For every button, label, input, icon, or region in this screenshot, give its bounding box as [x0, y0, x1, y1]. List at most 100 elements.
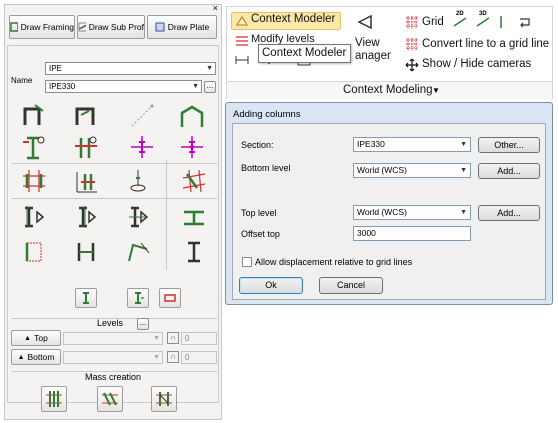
- bottom-lock-icon[interactable]: ∩: [167, 351, 179, 363]
- top-level-button[interactable]: ▲ Top: [11, 330, 61, 346]
- dialog-body: Section: IPE330 ▼ Other... Bottom level W…: [232, 123, 546, 300]
- chevron-down-icon: ▼: [460, 209, 467, 216]
- other-button[interactable]: Other...: [478, 137, 540, 153]
- draw-sub-profile-button[interactable]: Draw Sub Prof: [77, 15, 145, 39]
- view-manager-label-line1[interactable]: View: [355, 37, 380, 49]
- attach-column-button[interactable]: [75, 288, 97, 308]
- draw-framing-button[interactable]: Draw Framing: [9, 15, 75, 39]
- column-dual-box-icon[interactable]: [71, 237, 101, 267]
- column-right-snap-icon[interactable]: [71, 202, 101, 232]
- column-center-snap-icon[interactable]: [123, 202, 153, 232]
- bottom-offset-field[interactable]: 0: [181, 351, 217, 364]
- cancel-button[interactable]: Cancel: [319, 277, 383, 294]
- dialog-title: Adding columns: [233, 109, 301, 120]
- chevron-down-icon: ▼: [192, 83, 199, 90]
- bottom-level-label: Bottom level: [241, 163, 291, 173]
- show-hide-cameras-label[interactable]: Show / Hide cameras: [422, 58, 531, 70]
- column-icon: [83, 292, 89, 304]
- tooltip-text: Context Modeler: [262, 47, 347, 59]
- diagonal-line-icon[interactable]: [127, 101, 157, 131]
- offset-top-label: Offset top: [241, 229, 280, 239]
- adding-columns-dialog: Adding columns Section: IPE330 ▼ Other...…: [225, 102, 553, 305]
- ribbon-group-bar: Context Modeling ▼: [227, 81, 552, 99]
- chevron-down-icon[interactable]: ▼: [432, 86, 440, 95]
- grid-label[interactable]: Grid: [422, 16, 444, 28]
- column-pair-icon[interactable]: [71, 132, 101, 162]
- column-frame-icon[interactable]: [19, 101, 49, 131]
- mass-bracing-icon: [156, 392, 172, 406]
- bottom-level-button[interactable]: ▲ Bottom: [11, 349, 61, 365]
- grid-separator: [11, 163, 217, 164]
- top-level-select[interactable]: World (WCS) ▼: [353, 205, 471, 220]
- mass-bracing-button[interactable]: [151, 386, 177, 412]
- column-diagonal-grid-icon[interactable]: [179, 166, 209, 196]
- column-grid-icon[interactable]: [19, 166, 49, 196]
- bottom-level-select[interactable]: ▼: [63, 351, 163, 364]
- view-manager-label-line2[interactable]: anager: [355, 50, 391, 62]
- modify-levels-icon: [236, 36, 248, 46]
- column-box-icon[interactable]: [19, 237, 49, 267]
- vertical-line-icon[interactable]: [498, 15, 504, 29]
- grid-divider: [166, 160, 167, 270]
- draw-plate-button[interactable]: Draw Plate: [147, 15, 217, 39]
- name-label: Name: [11, 76, 33, 85]
- convert-line-label[interactable]: Convert line to a grid line: [422, 38, 549, 50]
- levels-more-button[interactable]: ...: [137, 318, 149, 330]
- portal-frame-icon[interactable]: [177, 101, 207, 131]
- ok-button[interactable]: Ok: [239, 277, 303, 294]
- levels-title: Levels: [97, 318, 124, 328]
- dimension-icon[interactable]: [235, 54, 249, 66]
- top-lock-icon[interactable]: ∩: [167, 332, 179, 344]
- palette-close-icon[interactable]: ×: [213, 3, 218, 13]
- column-grid-point-icon[interactable]: [177, 132, 207, 162]
- cameras-icon: [405, 58, 419, 72]
- return-arrow-icon[interactable]: [517, 15, 533, 29]
- column-left-snap-icon[interactable]: [19, 202, 49, 232]
- group-label[interactable]: Context Modeling: [343, 84, 433, 96]
- chevron-down-icon: ▼: [153, 354, 160, 361]
- add-top-level-button[interactable]: Add...: [478, 205, 540, 221]
- profile-size-value: IPE330: [49, 82, 76, 91]
- offset-top-field[interactable]: 3000: [353, 226, 471, 241]
- chevron-down-icon: ▼: [460, 141, 467, 148]
- chevron-down-icon: ▼: [153, 335, 160, 342]
- top-level-select[interactable]: ▼: [63, 332, 163, 345]
- bottom-level-select[interactable]: World (WCS) ▼: [353, 163, 471, 178]
- sub-profile-icon: [78, 22, 86, 32]
- section-select[interactable]: IPE330 ▼: [353, 137, 471, 152]
- mass-columns-icon: [46, 391, 62, 407]
- column-axes-icon[interactable]: [71, 166, 101, 196]
- draw-sub-profile-label: Draw Sub Prof: [88, 22, 144, 32]
- convert-line-icon: [406, 38, 418, 51]
- profile-browse-button[interactable]: ...: [204, 81, 216, 93]
- bottom-level-value: World (WCS): [357, 165, 407, 175]
- top-level-label: Top: [34, 333, 48, 343]
- plate-icon: [155, 22, 165, 32]
- attach-column-right-button[interactable]: [127, 288, 149, 308]
- attach-plate-button[interactable]: [159, 288, 181, 308]
- column-intersection-icon[interactable]: [127, 132, 157, 162]
- profile-family-select[interactable]: IPE ▼: [45, 62, 216, 75]
- column-profile-icon[interactable]: [179, 237, 209, 267]
- mass-beams-icon: [102, 392, 118, 406]
- allow-displacement-label[interactable]: Allow displacement relative to grid line…: [255, 257, 412, 267]
- allow-displacement-checkbox[interactable]: [242, 257, 252, 267]
- column-z-axis-icon[interactable]: [123, 166, 153, 196]
- beam-profile-icon[interactable]: [179, 202, 209, 232]
- top-offset-field[interactable]: 0: [181, 332, 217, 345]
- profile-size-select[interactable]: IPE330 ▼: [45, 80, 202, 93]
- beam-frame-icon[interactable]: [71, 101, 101, 131]
- section-value: IPE330: [357, 139, 385, 149]
- column-pick-icon[interactable]: [19, 132, 49, 162]
- column-skew-icon[interactable]: [123, 237, 153, 267]
- bottom-level-label: Bottom: [27, 352, 55, 362]
- mass-beams-button[interactable]: [97, 386, 123, 412]
- column-arrow-icon: [135, 292, 144, 304]
- grid-3d-line-icon: [476, 17, 490, 27]
- tooltip: Context Modeler: [258, 44, 351, 63]
- add-bottom-level-button[interactable]: Add...: [478, 163, 540, 179]
- mass-columns-button[interactable]: [41, 386, 67, 412]
- mass-creation-title: Mass creation: [85, 372, 142, 382]
- framing-palette: × Draw Framing Draw Sub Prof Draw Plate …: [4, 3, 222, 420]
- view-manager-icon[interactable]: [357, 15, 373, 29]
